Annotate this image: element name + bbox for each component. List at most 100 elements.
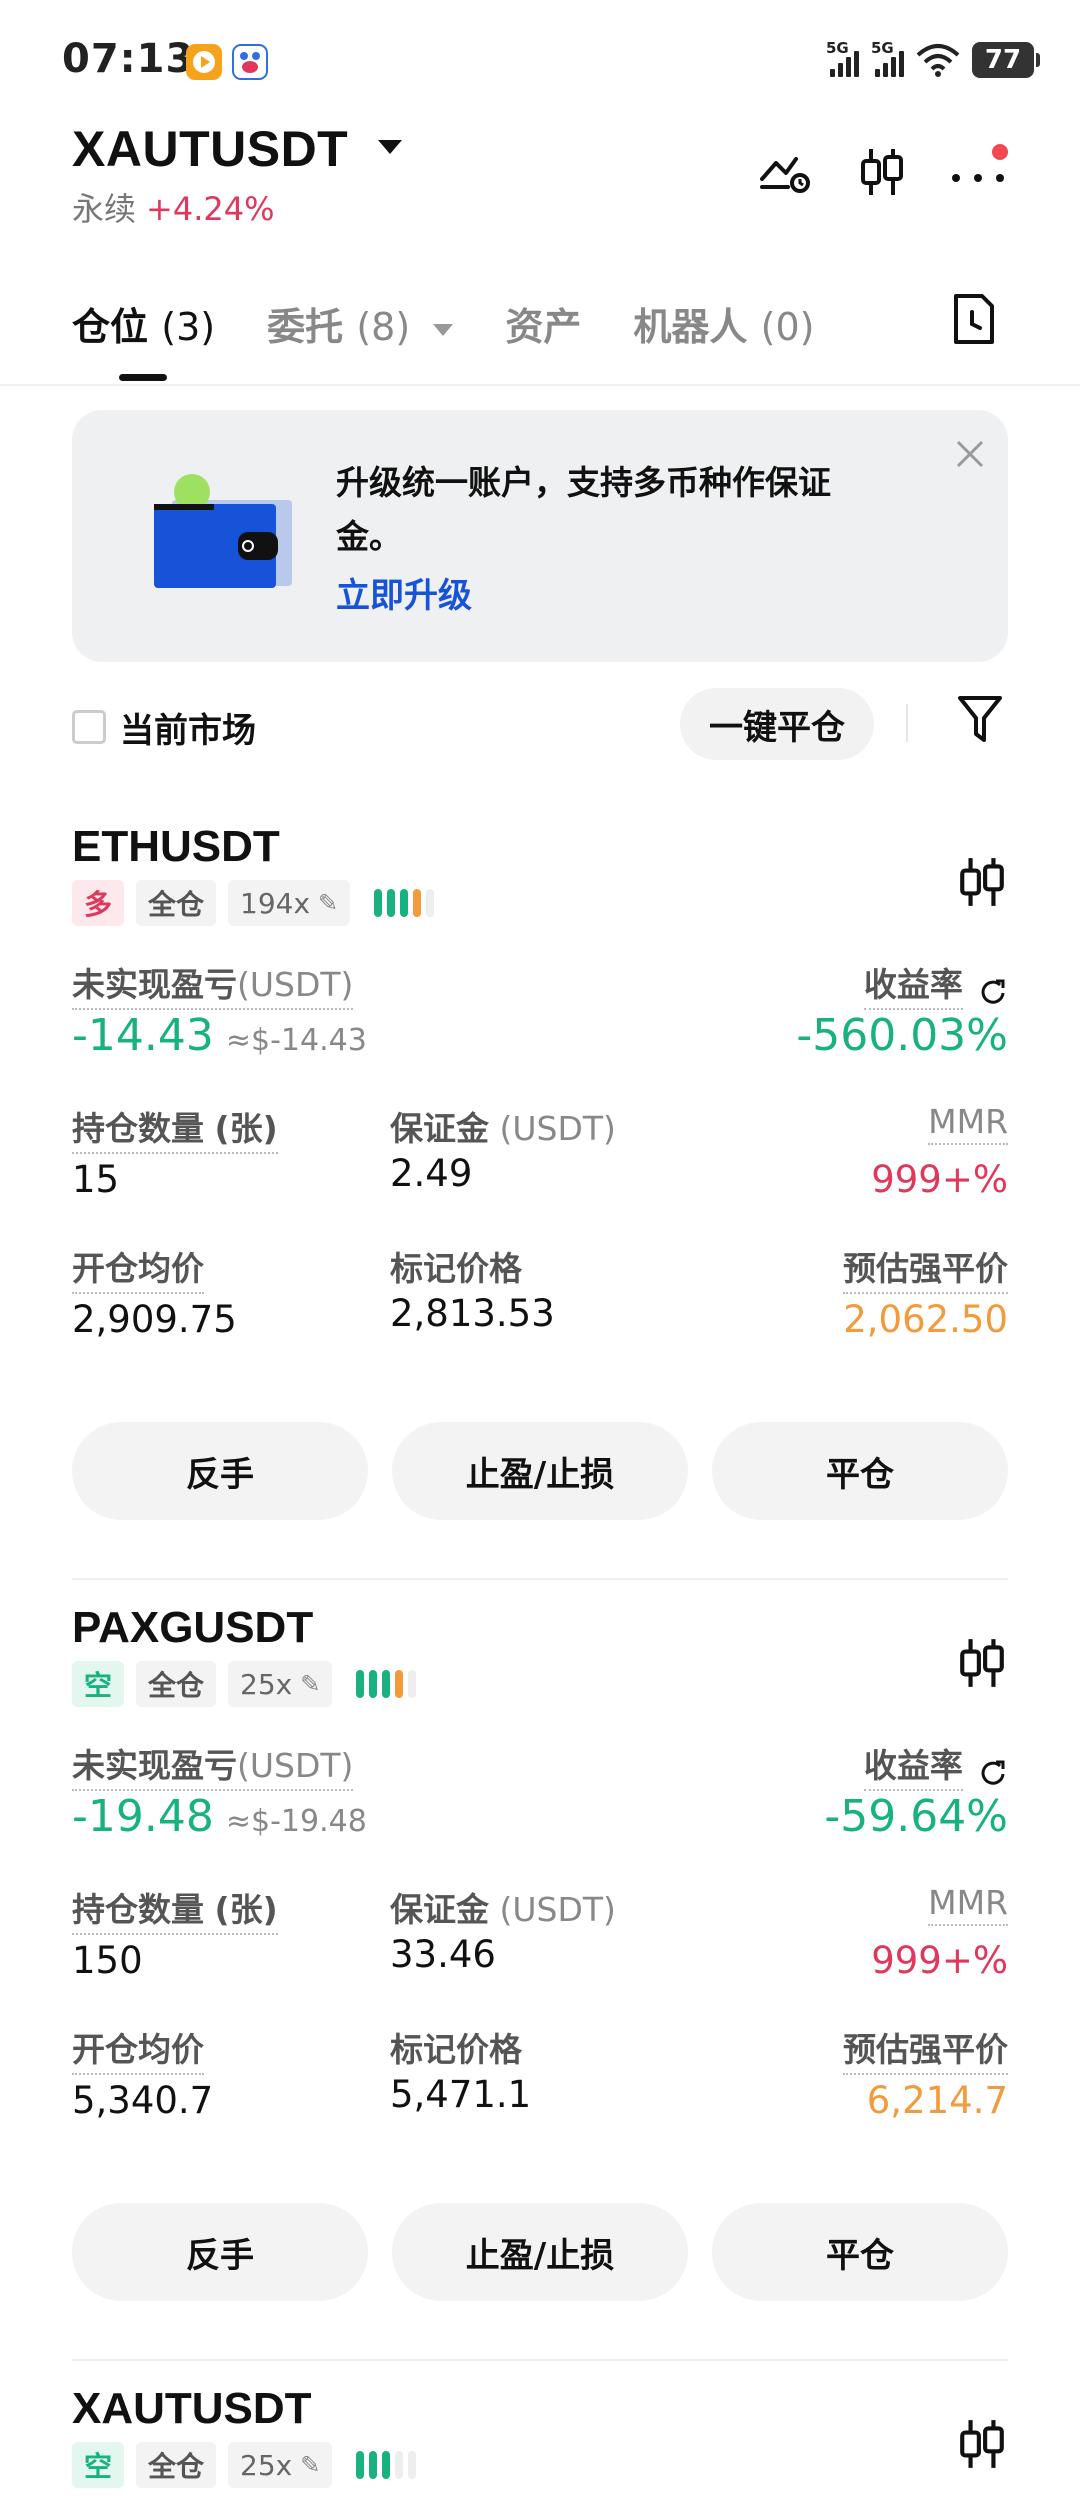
- reverse-button[interactable]: 反手: [72, 2203, 368, 2301]
- tab-bots[interactable]: 机器人 (0): [633, 296, 814, 351]
- unrealized-pnl-value: -19.48 ≈$-19.48: [72, 1791, 367, 1842]
- position-card: ETHUSDT 多 全仓 194x ✎ 未实现盈亏(USDT) -14.43 ≈$-…: [0, 812, 1080, 1592]
- position-card: XAUTUSDT 空 全仓 25x ✎: [0, 2374, 1080, 2514]
- wifi-icon: [916, 44, 960, 77]
- more-menu-icon[interactable]: [946, 140, 1010, 204]
- current-market-label: 当前市场: [120, 711, 256, 751]
- contract-type: 永续: [72, 190, 137, 228]
- unrealized-pnl-value: -14.43 ≈$-14.43: [72, 1010, 367, 1061]
- status-time: 07:13: [62, 36, 195, 82]
- position-qty-label: 持仓数量 (张): [72, 1102, 278, 1154]
- leverage-badge[interactable]: 25x ✎: [228, 1661, 333, 1707]
- battery-icon: 77: [972, 42, 1040, 78]
- mark-price-value: 2,813.53: [390, 1292, 555, 1335]
- candlestick-chart-icon[interactable]: [956, 1633, 1008, 1693]
- liq-price-value: 2,062.50: [843, 1298, 1008, 1341]
- status-indicators: 5G 5G 77: [826, 39, 1040, 80]
- side-badge: 空: [72, 1661, 125, 1707]
- upgrade-link[interactable]: 立即升级: [336, 568, 472, 617]
- adl-indicator-icon: [356, 2451, 417, 2479]
- close-position-button[interactable]: 平仓: [712, 1422, 1008, 1520]
- mmr-label: MMR: [928, 1102, 1008, 1145]
- signal-icon: 5G: [826, 39, 859, 77]
- entry-price-value: 5,340.7: [72, 2079, 214, 2122]
- margin-label[interactable]: 保证金 (USDT): [390, 1102, 616, 1150]
- side-badge: 多: [72, 880, 125, 926]
- share-icon: [981, 1760, 1005, 1785]
- signal-icon: 5G: [871, 39, 904, 77]
- position-tags: 空 全仓 25x ✎: [72, 2442, 417, 2488]
- unrealized-pnl-label: 未实现盈亏(USDT): [72, 958, 354, 1010]
- divider: [72, 2359, 1008, 2361]
- close-position-button[interactable]: 平仓: [712, 2203, 1008, 2301]
- symbol-subtitle: 永续 +4.24%: [72, 184, 274, 230]
- margin-value: 2.49: [390, 1152, 473, 1195]
- tpsl-button[interactable]: 止盈/止损: [392, 2203, 688, 2301]
- close-icon[interactable]: [954, 438, 986, 474]
- candlestick-chart-icon[interactable]: [956, 2414, 1008, 2474]
- close-all-button[interactable]: 一键平仓: [680, 688, 874, 760]
- edit-icon: ✎: [300, 2451, 321, 2479]
- position-symbol[interactable]: PAXGUSDT: [72, 1603, 313, 1653]
- caret-down-icon: [433, 323, 454, 336]
- position-symbol[interactable]: XAUTUSDT: [72, 2384, 312, 2434]
- unrealized-pnl-label: 未实现盈亏(USDT): [72, 1739, 354, 1791]
- mark-price-value: 5,471.1: [390, 2073, 532, 2116]
- tab-assets[interactable]: 资产: [505, 296, 581, 351]
- candlestick-chart-icon[interactable]: [850, 140, 914, 204]
- mark-price-label: 标记价格: [390, 2030, 522, 2069]
- leverage-badge[interactable]: 25x ✎: [228, 2442, 333, 2488]
- margin-mode-badge: 全仓: [136, 1661, 217, 1707]
- share-icon: [981, 979, 1005, 1004]
- banner-message: 升级统一账户，支持多币种作保证金。: [336, 463, 831, 556]
- entry-price-label: 开仓均价: [72, 2023, 204, 2075]
- position-qty-value: 15: [72, 1158, 120, 1201]
- symbol-selector[interactable]: XAUTUSDT: [72, 120, 348, 178]
- adl-indicator-icon: [356, 1670, 417, 1698]
- ror-label[interactable]: 收益率: [863, 958, 1008, 1010]
- edit-icon: ✎: [318, 889, 339, 917]
- ror-value: -59.64%: [824, 1791, 1008, 1842]
- position-card: PAXGUSDT 空 全仓 25x ✎ 未实现盈亏(USDT) -19.48 ≈$-…: [0, 1593, 1080, 2373]
- price-alert-icon[interactable]: [754, 140, 818, 204]
- candlestick-chart-icon[interactable]: [956, 852, 1008, 912]
- margin-label[interactable]: 保证金 (USDT): [390, 1883, 616, 1931]
- video-app-icon: [186, 44, 222, 80]
- notification-dot: [992, 144, 1008, 160]
- divider: [0, 384, 1080, 386]
- tpsl-button[interactable]: 止盈/止损: [392, 1422, 688, 1520]
- leverage-badge[interactable]: 194x ✎: [228, 880, 351, 926]
- entry-price-value: 2,909.75: [72, 1298, 237, 1341]
- adl-indicator-icon: [374, 889, 435, 917]
- mmr-value: 999+%: [871, 1158, 1008, 1201]
- history-icon[interactable]: [948, 292, 998, 352]
- tab-bar: 仓位 (3) 委托 (8) 资产 机器人 (0): [72, 296, 866, 351]
- liq-price-label: 预估强平价: [843, 2023, 1008, 2075]
- caret-down-icon[interactable]: [378, 140, 402, 154]
- ror-label[interactable]: 收益率: [863, 1739, 1008, 1791]
- position-tags: 多 全仓 194x ✎: [72, 880, 435, 926]
- entry-price-label: 开仓均价: [72, 1242, 204, 1294]
- baidu-app-icon: [232, 44, 268, 80]
- position-qty-label: 持仓数量 (张): [72, 1883, 278, 1935]
- position-symbol[interactable]: ETHUSDT: [72, 822, 280, 872]
- tab-positions[interactable]: 仓位 (3): [72, 296, 215, 351]
- position-qty-value: 150: [72, 1939, 143, 1982]
- filter-icon[interactable]: [956, 692, 1004, 750]
- divider: [72, 1578, 1008, 1580]
- side-badge: 空: [72, 2442, 125, 2488]
- current-market-checkbox[interactable]: [72, 710, 106, 744]
- margin-mode-badge: 全仓: [136, 2442, 217, 2488]
- reverse-button[interactable]: 反手: [72, 1422, 368, 1520]
- position-tags: 空 全仓 25x ✎: [72, 1661, 417, 1707]
- margin-value: 33.46: [390, 1933, 496, 1976]
- ror-value: -560.03%: [796, 1010, 1008, 1061]
- divider: [906, 704, 908, 742]
- liq-price-value: 6,214.7: [866, 2079, 1008, 2122]
- tab-orders[interactable]: 委托 (8): [267, 296, 454, 351]
- mmr-label: MMR: [928, 1883, 1008, 1926]
- tab-active-indicator: [119, 374, 167, 381]
- liq-price-label: 预估强平价: [843, 1242, 1008, 1294]
- wallet-illustration-icon: [152, 470, 292, 594]
- price-change: +4.24%: [146, 190, 275, 228]
